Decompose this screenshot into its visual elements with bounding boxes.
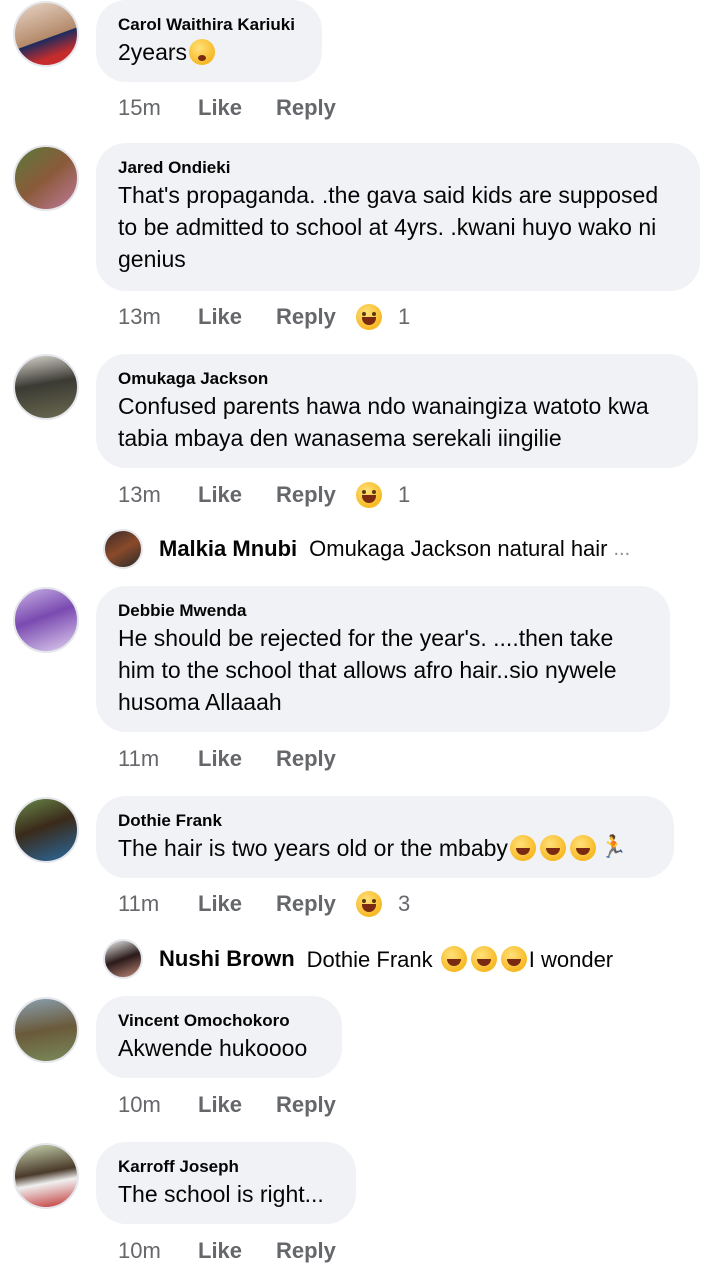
comment-time[interactable]: 11m xyxy=(118,746,198,772)
comment-actions: 10m Like Reply xyxy=(118,1090,356,1120)
avatar[interactable] xyxy=(103,939,143,979)
comment-author[interactable]: Debbie Mwenda xyxy=(118,600,648,622)
like-button[interactable]: Like xyxy=(198,1238,276,1264)
comment-bubble: Jared Ondieki That's propaganda. .the ga… xyxy=(96,143,700,291)
like-button[interactable]: Like xyxy=(198,95,276,121)
reply-preview[interactable]: Malkia Mnubi Omukaga Jackson natural hai… xyxy=(103,528,630,570)
comment-author[interactable]: Jared Ondieki xyxy=(118,157,678,179)
comment-text: The school is right... xyxy=(118,1181,324,1207)
reaction-count: 1 xyxy=(398,482,411,507)
avatar[interactable] xyxy=(13,354,79,420)
comment-bubble: Carol Waithira Kariuki 2years xyxy=(96,0,322,82)
comment-time[interactable]: 10m xyxy=(118,1238,198,1264)
comment-time[interactable]: 13m xyxy=(118,482,198,508)
like-button[interactable]: Like xyxy=(198,891,276,917)
flushed-emoji-icon xyxy=(189,39,216,65)
reply-author[interactable]: Nushi Brown xyxy=(159,946,295,972)
comment-time[interactable]: 13m xyxy=(118,304,198,330)
comment-author[interactable]: Omukaga Jackson xyxy=(118,368,676,390)
rofl-emoji-icon xyxy=(509,835,536,861)
comment-bubble: Vincent Omochokoro Akwende hukoooo xyxy=(96,996,342,1078)
comment-bubble: Karroff Joseph The school is right... xyxy=(96,1142,356,1224)
comment-actions: 13m Like Reply 1 xyxy=(118,302,410,332)
comment-actions: 11m Like Reply xyxy=(118,744,356,774)
reply-button[interactable]: Reply xyxy=(276,95,356,121)
reply-text: Omukaga Jackson natural hair xyxy=(309,536,608,561)
comment-bubble: Omukaga Jackson Confused parents hawa nd… xyxy=(96,354,698,468)
avatar[interactable] xyxy=(13,997,79,1063)
avatar[interactable] xyxy=(13,587,79,653)
comment-actions: 11m Like Reply 3 xyxy=(118,889,410,919)
reply-text-body: I wonder xyxy=(528,946,614,972)
avatar[interactable] xyxy=(13,1,79,67)
haha-reaction-icon xyxy=(356,304,382,330)
comment-author[interactable]: Vincent Omochokoro xyxy=(118,1010,320,1032)
comment-text: He should be rejected for the year's. ..… xyxy=(118,625,617,715)
reply-ellipsis: ... xyxy=(613,537,631,560)
avatar[interactable] xyxy=(103,529,143,569)
rofl-emoji-icon xyxy=(539,835,566,861)
comment-text-body: 2years xyxy=(118,39,188,65)
comment-author[interactable]: Karroff Joseph xyxy=(118,1156,334,1178)
comment-text: That's propaganda. .the gava said kids a… xyxy=(118,182,659,272)
reply-author[interactable]: Malkia Mnubi xyxy=(159,536,297,562)
comment-text-body: The hair is two years old or the mbaby xyxy=(118,835,508,861)
comment-actions: 10m Like Reply xyxy=(118,1236,356,1266)
grinning-sweat-emoji-icon xyxy=(440,945,467,972)
grinning-sweat-emoji-icon xyxy=(500,945,527,972)
reactions[interactable]: 1 xyxy=(356,304,410,330)
haha-reaction-icon xyxy=(356,482,382,508)
haha-reaction-icon xyxy=(356,891,382,917)
like-button[interactable]: Like xyxy=(198,482,276,508)
reaction-count: 3 xyxy=(398,891,411,916)
comment-time[interactable]: 15m xyxy=(118,95,198,121)
comment-time[interactable]: 11m xyxy=(118,891,198,917)
comment-actions: 13m Like Reply 1 xyxy=(118,480,410,510)
avatar[interactable] xyxy=(13,797,79,863)
reply-button[interactable]: Reply xyxy=(276,304,356,330)
comment-text: Akwende hukoooo xyxy=(118,1035,308,1061)
comment-bubble: Dothie Frank The hair is two years old o… xyxy=(96,796,674,878)
comment-author[interactable]: Dothie Frank xyxy=(118,810,652,832)
like-button[interactable]: Like xyxy=(198,304,276,330)
reaction-count: 1 xyxy=(398,304,411,329)
avatar[interactable] xyxy=(13,145,79,211)
running-person-icon xyxy=(600,831,627,863)
comment-actions: 15m Like Reply xyxy=(118,93,356,123)
comment-text: Confused parents hawa ndo wanaingiza wat… xyxy=(118,393,649,451)
reply-button[interactable]: Reply xyxy=(276,1092,356,1118)
rofl-emoji-icon xyxy=(569,835,596,861)
reply-preview[interactable]: Nushi Brown Dothie Frank I wonder xyxy=(103,938,613,980)
reactions[interactable]: 3 xyxy=(356,891,410,917)
comment-text: The hair is two years old or the mbaby xyxy=(118,831,652,864)
reply-button[interactable]: Reply xyxy=(276,746,356,772)
reply-button[interactable]: Reply xyxy=(276,482,356,508)
reply-text: Dothie Frank I wonder xyxy=(307,945,614,973)
comment-author[interactable]: Carol Waithira Kariuki xyxy=(118,14,300,36)
like-button[interactable]: Like xyxy=(198,1092,276,1118)
reply-button[interactable]: Reply xyxy=(276,891,356,917)
reply-button[interactable]: Reply xyxy=(276,1238,356,1264)
comment-bubble: Debbie Mwenda He should be rejected for … xyxy=(96,586,670,732)
comment-text: 2years xyxy=(118,36,300,68)
reply-mention[interactable]: Dothie Frank xyxy=(307,947,433,972)
like-button[interactable]: Like xyxy=(198,746,276,772)
comment-time[interactable]: 10m xyxy=(118,1092,198,1118)
avatar[interactable] xyxy=(13,1143,79,1209)
reactions[interactable]: 1 xyxy=(356,482,410,508)
grinning-sweat-emoji-icon xyxy=(470,945,497,972)
